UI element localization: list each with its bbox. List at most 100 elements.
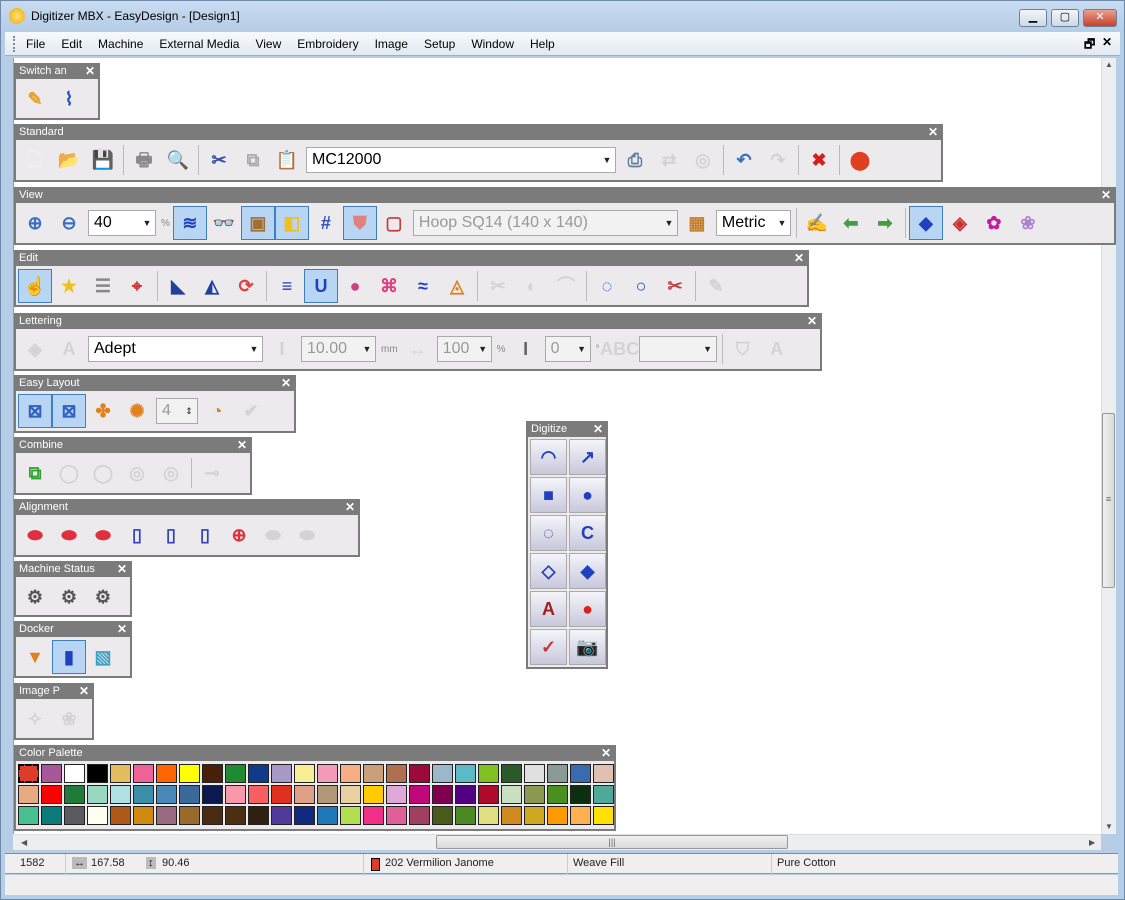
cancel-button[interactable]: ✖ bbox=[802, 143, 836, 177]
count-combo[interactable]: 4 ⇕ bbox=[156, 398, 198, 424]
color-swatch[interactable] bbox=[110, 806, 131, 825]
wave-fill-button[interactable]: ≈ bbox=[406, 269, 440, 303]
chevron-down-icon[interactable]: ⇕ bbox=[181, 399, 197, 423]
color-swatch[interactable] bbox=[294, 806, 315, 825]
tool-disabled-2-button[interactable]: ◐ bbox=[515, 269, 549, 303]
digitize-diamond-button[interactable]: ◇ bbox=[530, 553, 567, 589]
layout-grid-button[interactable]: ⊠ bbox=[18, 394, 52, 428]
align-right-button[interactable]: ⬬ bbox=[86, 518, 120, 552]
toolbar-title-bar[interactable]: Alignment ✕ bbox=[16, 501, 358, 515]
select-hand-button[interactable]: ☝ bbox=[18, 269, 52, 303]
color-swatch[interactable] bbox=[156, 764, 177, 783]
toolbar-title-bar[interactable]: Digitize ✕ bbox=[528, 423, 606, 437]
hoop-outline-button[interactable]: ▢ bbox=[377, 206, 411, 240]
combine-other-button[interactable]: ⊸ bbox=[195, 456, 229, 490]
color-swatch[interactable] bbox=[432, 785, 453, 804]
text-effect-button[interactable]: A bbox=[760, 332, 794, 366]
color-swatch[interactable] bbox=[501, 764, 522, 783]
new-file-button[interactable]: 🗋 bbox=[18, 143, 52, 177]
color-swatch[interactable] bbox=[432, 764, 453, 783]
mirror-horizontal-button[interactable]: ◣ bbox=[161, 269, 195, 303]
color-swatch[interactable] bbox=[363, 806, 384, 825]
color-swatch[interactable] bbox=[386, 764, 407, 783]
machine-2-button[interactable]: ⚙ bbox=[52, 580, 86, 614]
color-filter-button[interactable]: ◈ bbox=[943, 206, 977, 240]
menu-view[interactable]: View bbox=[247, 37, 289, 51]
color-swatch[interactable] bbox=[432, 806, 453, 825]
edit-button[interactable]: ✍ bbox=[800, 206, 834, 240]
color-swatch[interactable] bbox=[593, 785, 614, 804]
toolbar-close-icon[interactable]: ✕ bbox=[807, 315, 817, 328]
background-button[interactable]: ▦ bbox=[680, 206, 714, 240]
toolbar-title-bar[interactable]: Color Palette ✕ bbox=[16, 747, 614, 761]
vertical-scroll-thumb[interactable]: ≡ bbox=[1102, 413, 1115, 588]
search-disabled-button[interactable]: ◎ bbox=[686, 143, 720, 177]
color-swatch[interactable] bbox=[570, 764, 591, 783]
combine-intersect-button[interactable]: ◎ bbox=[120, 456, 154, 490]
3d-glasses-button[interactable]: 👓 bbox=[207, 206, 241, 240]
height-combo[interactable]: 10.00 ▼ bbox=[301, 336, 376, 362]
combine-exclude-button[interactable]: ◎ bbox=[154, 456, 188, 490]
align-center-button[interactable]: ⬬ bbox=[52, 518, 86, 552]
transfer-button[interactable]: ⇄ bbox=[652, 143, 686, 177]
color-select-button[interactable]: ◆ bbox=[908, 206, 943, 240]
color-swatch[interactable] bbox=[248, 806, 269, 825]
menu-embroidery[interactable]: Embroidery bbox=[289, 37, 366, 51]
knife-button[interactable]: ✂ bbox=[658, 269, 692, 303]
toolbar-close-icon[interactable]: ✕ bbox=[117, 623, 127, 636]
chevron-down-icon[interactable]: ▼ bbox=[139, 211, 155, 235]
italic-button[interactable]: I bbox=[509, 332, 543, 366]
toolbar-title-bar[interactable]: Machine Status ✕ bbox=[16, 563, 130, 577]
color-swatch[interactable] bbox=[202, 785, 223, 804]
machine-combo[interactable]: MC12000 ▼ bbox=[306, 147, 616, 173]
color-swatch[interactable] bbox=[156, 785, 177, 804]
toolbar-title-bar[interactable]: Lettering ✕ bbox=[16, 315, 820, 329]
angle-combo[interactable]: 0 ▼ bbox=[544, 336, 591, 362]
color-swatch[interactable] bbox=[478, 764, 499, 783]
align-top-button[interactable]: ▯ bbox=[120, 518, 154, 552]
color-swatch[interactable] bbox=[363, 785, 384, 804]
color-swatch[interactable] bbox=[64, 764, 85, 783]
color-swatch[interactable] bbox=[87, 764, 108, 783]
color-swatch[interactable] bbox=[294, 764, 315, 783]
redo-button[interactable]: ↷ bbox=[761, 143, 795, 177]
color-swatch[interactable] bbox=[179, 785, 200, 804]
close-button[interactable]: ✕ bbox=[1083, 9, 1117, 27]
combine-button[interactable]: ⧉ bbox=[18, 456, 52, 490]
spacing-combo[interactable]: ▼ bbox=[638, 336, 717, 362]
undo-button[interactable]: ↶ bbox=[727, 143, 761, 177]
monogram-button[interactable]: A bbox=[52, 332, 86, 366]
combine-add-button[interactable]: ◯ bbox=[52, 456, 86, 490]
color-swatch[interactable] bbox=[409, 785, 430, 804]
menu-file[interactable]: File bbox=[18, 37, 53, 51]
stitch-player-button[interactable]: ⬤ bbox=[843, 143, 877, 177]
color-swatch[interactable] bbox=[570, 785, 591, 804]
tool-disabled-3-button[interactable]: ⌒ bbox=[549, 269, 583, 303]
toolbar-title-bar[interactable]: Standard ✕ bbox=[16, 126, 941, 140]
machine-3-button[interactable]: ⚙ bbox=[86, 580, 120, 614]
color-swatch[interactable] bbox=[524, 806, 545, 825]
lettering-button[interactable]: ◈ bbox=[18, 332, 52, 366]
toolbar-close-icon[interactable]: ✕ bbox=[794, 252, 804, 265]
mdi-restore-button[interactable]: 🗗 bbox=[1084, 35, 1095, 56]
toolbar-title-bar[interactable]: Combine ✕ bbox=[16, 439, 250, 453]
digitize-satin-line-button[interactable]: ↗ bbox=[569, 439, 606, 475]
color-swatch[interactable] bbox=[202, 806, 223, 825]
color-swatch[interactable] bbox=[87, 806, 108, 825]
apple-button[interactable]: ● bbox=[569, 591, 606, 627]
add-shape-button[interactable]: ⛉ bbox=[726, 332, 760, 366]
horizontal-scroll-thumb[interactable]: ||| bbox=[436, 835, 788, 849]
color-swatch[interactable] bbox=[133, 806, 154, 825]
digitize-circle-button[interactable]: ● bbox=[569, 477, 606, 513]
color-swatch[interactable] bbox=[248, 764, 269, 783]
align-bottom-button[interactable]: ▯ bbox=[188, 518, 222, 552]
color-swatch[interactable] bbox=[409, 806, 430, 825]
tool-disabled-1-button[interactable]: ✂ bbox=[481, 269, 515, 303]
toolbar-close-icon[interactable]: ✕ bbox=[345, 501, 355, 514]
chevron-down-icon[interactable]: ▼ bbox=[574, 337, 590, 361]
color-swatch[interactable] bbox=[110, 785, 131, 804]
color-swatch[interactable] bbox=[547, 764, 568, 783]
mdi-close-button[interactable]: ✕ bbox=[1102, 35, 1112, 49]
scroll-right-arrow[interactable]: ▶ bbox=[1089, 838, 1095, 847]
cross-fill-button[interactable]: ⌘ bbox=[372, 269, 406, 303]
